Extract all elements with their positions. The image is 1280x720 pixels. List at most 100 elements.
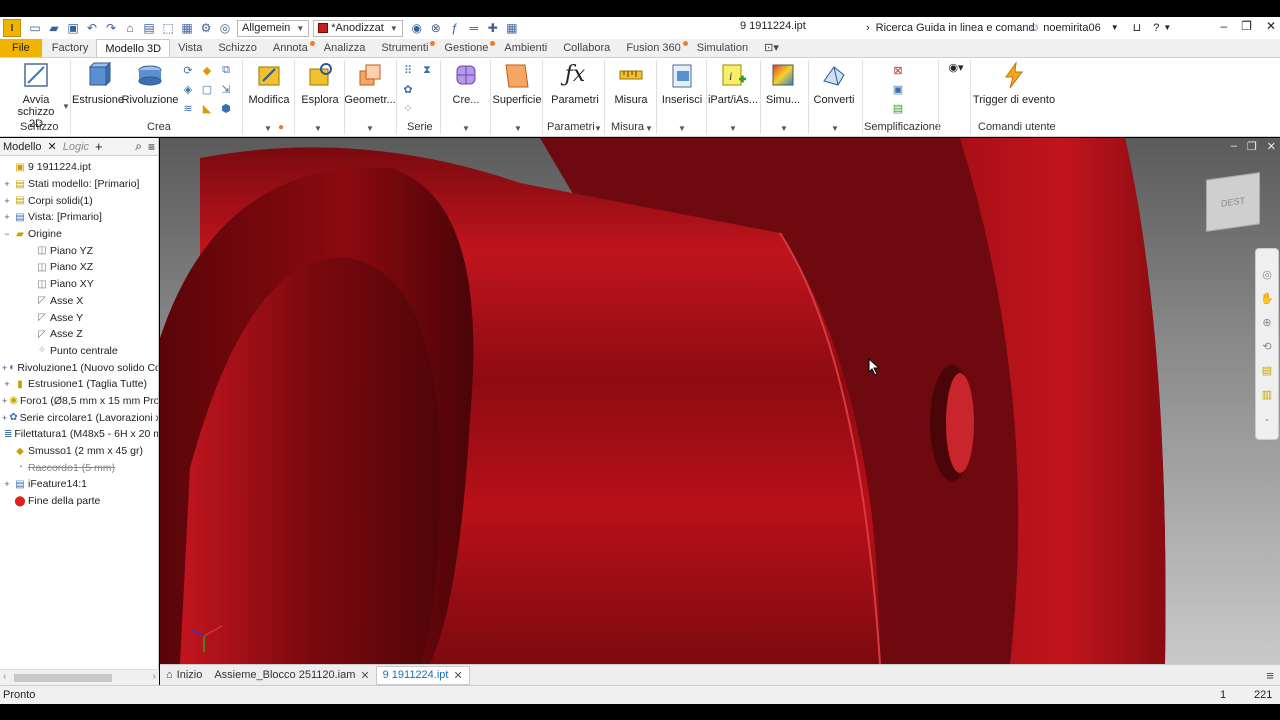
close-icon[interactable]: ✕: [1267, 140, 1276, 153]
close-icon[interactable]: ✕: [360, 669, 369, 682]
tree-node[interactable]: ◫ Piano XZ: [0, 259, 158, 276]
measure-button[interactable]: Misura: [608, 60, 654, 106]
tree-node[interactable]: ◸ Asse X: [0, 293, 158, 310]
style-select[interactable]: Allgemein ▼: [237, 19, 310, 37]
save-icon[interactable]: ▣: [65, 20, 81, 36]
tree-node[interactable]: + ▤ Vista: [Primario]: [0, 209, 158, 226]
import-icon[interactable]: ⇲: [218, 81, 234, 97]
tree-node[interactable]: ✧ Punto centrale: [0, 343, 158, 360]
tree-node[interactable]: ◸ Asse Z: [0, 326, 158, 343]
parameters-button[interactable]: ƒx Parametri: [548, 60, 602, 107]
horizontal-scrollbar[interactable]: ‹ ›: [0, 669, 159, 685]
pan-icon[interactable]: ✋: [1260, 291, 1274, 305]
scroll-left-icon[interactable]: ‹: [3, 671, 6, 682]
tree-node[interactable]: ⬤ Fine della parte: [0, 493, 158, 510]
help-search-input[interactable]: › Ricerca Guida in linea e comand: [866, 19, 1035, 36]
tab-modello-3d[interactable]: Modello 3D: [96, 39, 171, 57]
target-dropdown[interactable]: ◉▾: [944, 60, 968, 80]
circular-pattern-icon[interactable]: ✿: [400, 81, 416, 97]
substitute-icon[interactable]: ▤: [890, 100, 906, 116]
sketch-driven-pattern-icon[interactable]: ⁘: [400, 100, 416, 116]
tree-node[interactable]: + ▮ Estrusione1 (Taglia Tutte): [0, 376, 158, 393]
customize-icon[interactable]: ▦: [504, 20, 520, 36]
tree-node[interactable]: + ▤ iFeature14:1: [0, 476, 158, 493]
tab-fusion-360[interactable]: Fusion 360: [618, 39, 688, 57]
menu-icon[interactable]: ≡: [1266, 668, 1274, 683]
close-icon[interactable]: ✕: [1266, 19, 1276, 33]
redo-icon[interactable]: ↷: [103, 20, 119, 36]
simplify-icon[interactable]: ⊠: [890, 62, 906, 78]
measure-icon[interactable]: ═: [466, 20, 482, 36]
new-file-icon[interactable]: ▭: [27, 20, 43, 36]
add-icon[interactable]: ✚: [485, 20, 501, 36]
expand-toggle-icon[interactable]: +: [2, 196, 12, 206]
explore-button[interactable]: Esplora: [298, 60, 342, 106]
expand-toggle-icon[interactable]: +: [2, 413, 7, 423]
convert-button[interactable]: Converti: [810, 60, 858, 106]
doc-tab-home[interactable]: ⌂ Inizio: [160, 666, 208, 685]
event-trigger-button[interactable]: Trigger di evento: [972, 60, 1056, 106]
tree-node[interactable]: ◸ Asse Y: [0, 309, 158, 326]
rib-icon[interactable]: ◆: [199, 62, 215, 78]
expand-toggle-icon[interactable]: +: [2, 479, 12, 489]
tree-node[interactable]: − ▰ Origine: [0, 226, 158, 243]
ipart-button[interactable]: i iPart/iAs...: [708, 60, 758, 106]
rectangular-pattern-icon[interactable]: ⠿: [400, 62, 416, 78]
expand-toggle-icon[interactable]: +: [2, 379, 12, 389]
tree-node[interactable]: ≣ Filettatura1 (M48x5 - 6H x 20 m: [0, 426, 158, 443]
graphics-viewport[interactable]: – ❐ ✕ DEST ◎ ✋ ⊕ ⟲ ▤ ▥ ⌄: [160, 138, 1280, 664]
expand-toggle-icon[interactable]: +: [2, 396, 7, 406]
tab-annota[interactable]: Annota: [265, 39, 316, 57]
decal-icon[interactable]: ◣: [199, 100, 215, 116]
tree-node[interactable]: ◫ Piano XY: [0, 276, 158, 293]
tab-ambienti[interactable]: Ambienti: [496, 39, 555, 57]
browser-tab-logic[interactable]: Logic: [60, 141, 92, 153]
tab-simulation[interactable]: Simulation: [689, 39, 756, 57]
tree-node[interactable]: ◆ Smusso1 (2 mm x 45 gr): [0, 443, 158, 460]
shape-generator-icon[interactable]: ⬢: [218, 100, 234, 116]
doc-tab-part[interactable]: 9 1911224.ipt ✕: [375, 665, 470, 685]
user-account[interactable]: ☺ noemirita06 ▼ ⊔ ? ▼: [1029, 19, 1171, 36]
tree-node[interactable]: + ✿ Serie circolare1 (Lavorazioni x 3: [0, 409, 158, 426]
close-icon[interactable]: ✕: [45, 140, 60, 153]
ribbon-display-toggle[interactable]: ⊡▾: [756, 39, 787, 57]
view-icon[interactable]: ▥: [1260, 387, 1274, 401]
doc-tab-assembly[interactable]: Assieme_Blocco 251120.iam ✕: [208, 666, 375, 685]
mirror-icon[interactable]: ⧗: [419, 62, 435, 78]
undo-icon[interactable]: ↶: [84, 20, 100, 36]
open-folder-icon[interactable]: ▰: [46, 20, 62, 36]
tab-gestione[interactable]: Gestione: [436, 39, 496, 57]
emboss-icon[interactable]: ▢: [199, 81, 215, 97]
tab-strumenti[interactable]: Strumenti: [373, 39, 436, 57]
select-icon[interactable]: ⬚: [160, 20, 176, 36]
look-at-icon[interactable]: ▤: [1260, 363, 1274, 377]
tab-schizzo[interactable]: Schizzo: [210, 39, 265, 57]
help-icon[interactable]: ?: [1153, 22, 1159, 34]
tree-node[interactable]: ▣ 9 1911224.ipt: [0, 159, 158, 176]
insert-button[interactable]: Inserisci: [660, 60, 704, 106]
shrinkwrap-icon[interactable]: ▣: [890, 81, 906, 97]
expand-toggle-icon[interactable]: −: [2, 229, 12, 239]
update-icon[interactable]: ▤: [141, 20, 157, 36]
globe-icon[interactable]: ◎: [217, 20, 233, 36]
project-icon[interactable]: ▦: [179, 20, 195, 36]
search-icon[interactable]: ⌕: [132, 139, 145, 154]
expand-toggle-icon[interactable]: +: [2, 212, 12, 222]
restore-icon[interactable]: ❐: [1247, 140, 1257, 153]
expand-toggle-icon[interactable]: +: [2, 363, 7, 373]
expand-toggle-icon[interactable]: +: [2, 179, 12, 189]
steering-wheel-icon[interactable]: ◎: [1260, 267, 1274, 281]
tree-node[interactable]: + ▤ Stati modello: [Primario]: [0, 176, 158, 193]
add-icon[interactable]: +: [92, 139, 106, 154]
start-sketch-button[interactable]: Avvia schizzo 2D: [10, 60, 62, 130]
chevron-down-icon[interactable]: ⌄: [1260, 411, 1274, 425]
restore-icon[interactable]: ❐: [1241, 19, 1252, 33]
tab-file[interactable]: File: [0, 39, 42, 57]
minimize-icon[interactable]: –: [1231, 140, 1237, 153]
tab-collabora[interactable]: Collabora: [555, 39, 618, 57]
clear-appearance-icon[interactable]: ⊗: [428, 20, 444, 36]
adjust-icon[interactable]: ◉: [409, 20, 425, 36]
settings-icon[interactable]: ⚙: [198, 20, 214, 36]
simulation-button[interactable]: Simu...: [762, 60, 804, 106]
freeform-button[interactable]: Cre...: [446, 60, 486, 106]
